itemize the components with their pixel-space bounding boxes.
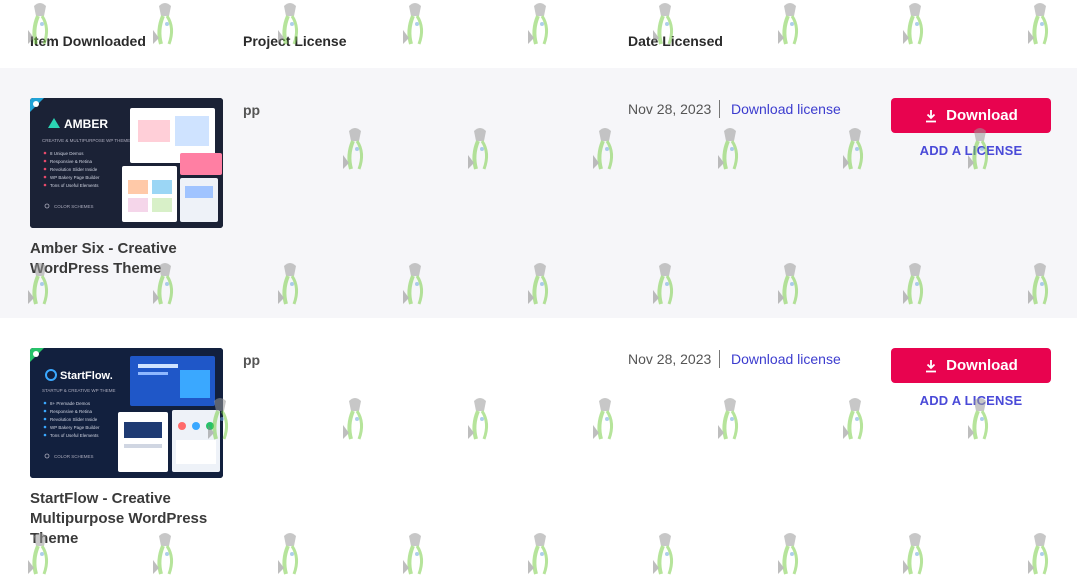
header-project-license: Project License [243, 33, 347, 49]
thumb-feature: Responsive & Retina [50, 159, 93, 164]
download-button-label: Download [946, 107, 1018, 124]
thumb-feature: Responsive & Retina [50, 409, 93, 414]
thumb-footer: COLOR SCHEMES [54, 204, 94, 209]
download-license-link[interactable]: Download license [731, 351, 841, 367]
wordpress-badge-icon [33, 101, 39, 107]
add-license-link[interactable]: ADD A LICENSE [891, 393, 1051, 408]
thumb-feature: Tons of Useful Elements [50, 183, 99, 188]
download-arrow-icon [926, 359, 937, 372]
download-arrow-icon [926, 109, 937, 122]
download-button-label: Download [946, 357, 1018, 374]
table-header: Item Downloaded Project License Date Lic… [0, 0, 1077, 68]
thumb-feature: Revolution Slider Inside [50, 167, 98, 172]
table-row: AMBER CREATIVE & MULTIPURPOSE WP THEME 8… [0, 68, 1077, 318]
thumb-feature: Tons of Useful Elements [50, 433, 99, 438]
item-name[interactable]: StartFlow - Creative Multipurpose WordPr… [30, 489, 230, 549]
thumb-footer: COLOR SCHEMES [54, 454, 94, 459]
divider [719, 350, 720, 368]
thumb-feature: 8+ Premade Demos [50, 401, 91, 406]
item-thumbnail[interactable]: StartFlow. STARTUP & CREATIVE WP THEME 8… [30, 348, 223, 478]
thumb-feature: Revolution Slider Inside [50, 417, 98, 422]
download-button[interactable]: Download [891, 348, 1051, 383]
add-license-link[interactable]: ADD A LICENSE [891, 143, 1051, 158]
thumb-tagline: CREATIVE & MULTIPURPOSE WP THEME [42, 138, 130, 143]
download-license-link[interactable]: Download license [731, 101, 841, 117]
date-licensed-value: Nov 28, 2023 [628, 351, 712, 367]
thumb-tagline: STARTUP & CREATIVE WP THEME [42, 388, 116, 393]
project-license-value: pp [243, 352, 261, 368]
header-item-downloaded: Item Downloaded [30, 33, 146, 49]
project-license-value: pp [243, 102, 261, 118]
header-date-licensed: Date Licensed [628, 33, 723, 49]
thumb-brand: AMBER [64, 117, 108, 131]
wordpress-badge-icon [33, 351, 39, 357]
item-thumbnail[interactable]: AMBER CREATIVE & MULTIPURPOSE WP THEME 8… [30, 98, 223, 228]
thumb-feature: WP Bakery Page Builder [50, 175, 100, 180]
thumb-feature: WP Bakery Page Builder [50, 425, 100, 430]
thumb-brand: StartFlow. [60, 370, 113, 382]
date-licensed-value: Nov 28, 2023 [628, 101, 712, 117]
divider [719, 100, 720, 118]
table-row: StartFlow. STARTUP & CREATIVE WP THEME 8… [0, 318, 1077, 576]
item-name[interactable]: Amber Six - Creative WordPress Theme [30, 239, 230, 279]
download-button[interactable]: Download [891, 98, 1051, 133]
thumb-feature: 8 Unique Demos [50, 151, 84, 156]
